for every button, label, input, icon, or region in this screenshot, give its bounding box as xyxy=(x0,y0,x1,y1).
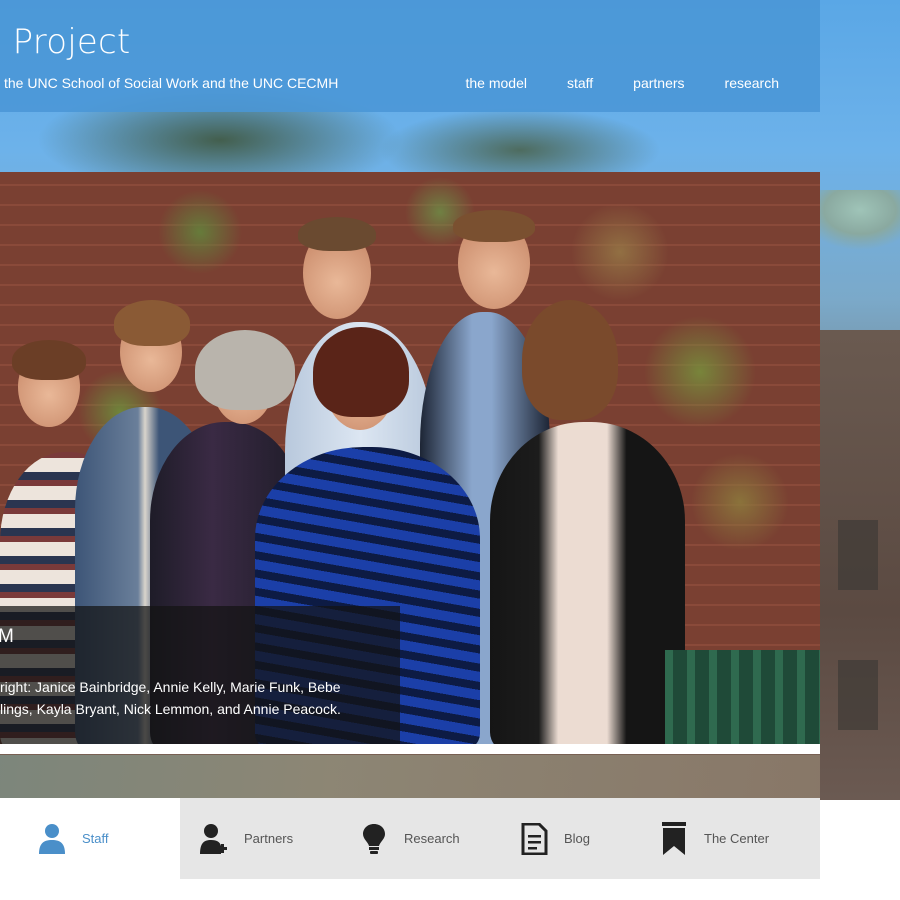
tab-staff[interactable]: Staff xyxy=(0,798,180,879)
person-hair xyxy=(195,330,295,410)
tab-partners[interactable]: Partners xyxy=(180,798,340,879)
caption-text: right: Janice Bainbridge, Annie Kelly, M… xyxy=(0,676,400,720)
tab-label: Partners xyxy=(244,831,294,846)
nav-research[interactable]: research xyxy=(725,75,779,91)
nav-staff[interactable]: staff xyxy=(567,75,593,91)
background-strip xyxy=(0,755,820,800)
caption-line: right: Janice Bainbridge, Annie Kelly, M… xyxy=(0,679,341,695)
tab-blog[interactable]: Blog xyxy=(500,798,660,879)
background-window xyxy=(838,520,878,590)
bookmark-icon xyxy=(660,821,688,856)
tab-the-center[interactable]: The Center xyxy=(660,798,820,879)
person-hair xyxy=(522,300,618,420)
background-window xyxy=(838,660,878,730)
lightbulb-icon xyxy=(360,822,388,856)
person-hair xyxy=(114,300,190,346)
background-building xyxy=(820,330,900,800)
nav-partners[interactable]: partners xyxy=(633,75,684,91)
person-hair xyxy=(12,340,86,380)
site-title[interactable]: l Project xyxy=(0,22,130,62)
hero-slider: M right: Janice Bainbridge, Annie Kelly,… xyxy=(0,172,820,754)
main-nav: the model staff partners research xyxy=(465,75,779,91)
background-tower xyxy=(815,190,900,340)
site-header: l Project the UNC School of Social Work … xyxy=(0,0,820,112)
tab-label: Staff xyxy=(82,831,109,846)
person-hair xyxy=(298,217,376,251)
caption-line: lings, Kayla Bryant, Nick Lemmon, and An… xyxy=(0,701,341,717)
tab-label: The Center xyxy=(704,831,770,846)
garden-bench xyxy=(665,650,820,744)
bottom-tab-bar: Staff Partners Research Blog The Center xyxy=(0,798,820,879)
tab-label: Research xyxy=(404,831,460,846)
nav-the-model[interactable]: the model xyxy=(465,75,526,91)
caption-title: M xyxy=(0,626,14,647)
tab-research[interactable]: Research xyxy=(340,798,500,879)
photo-caption: M right: Janice Bainbridge, Annie Kelly,… xyxy=(0,606,400,744)
team-photo: M right: Janice Bainbridge, Annie Kelly,… xyxy=(0,172,820,744)
person-hair xyxy=(313,327,409,417)
add-person-icon xyxy=(200,822,228,856)
site-subtitle: the UNC School of Social Work and the UN… xyxy=(4,75,339,91)
document-icon xyxy=(520,822,548,856)
person-icon xyxy=(38,822,66,856)
person-figure xyxy=(490,422,685,744)
person-hair xyxy=(453,210,535,242)
tab-label: Blog xyxy=(564,831,591,846)
